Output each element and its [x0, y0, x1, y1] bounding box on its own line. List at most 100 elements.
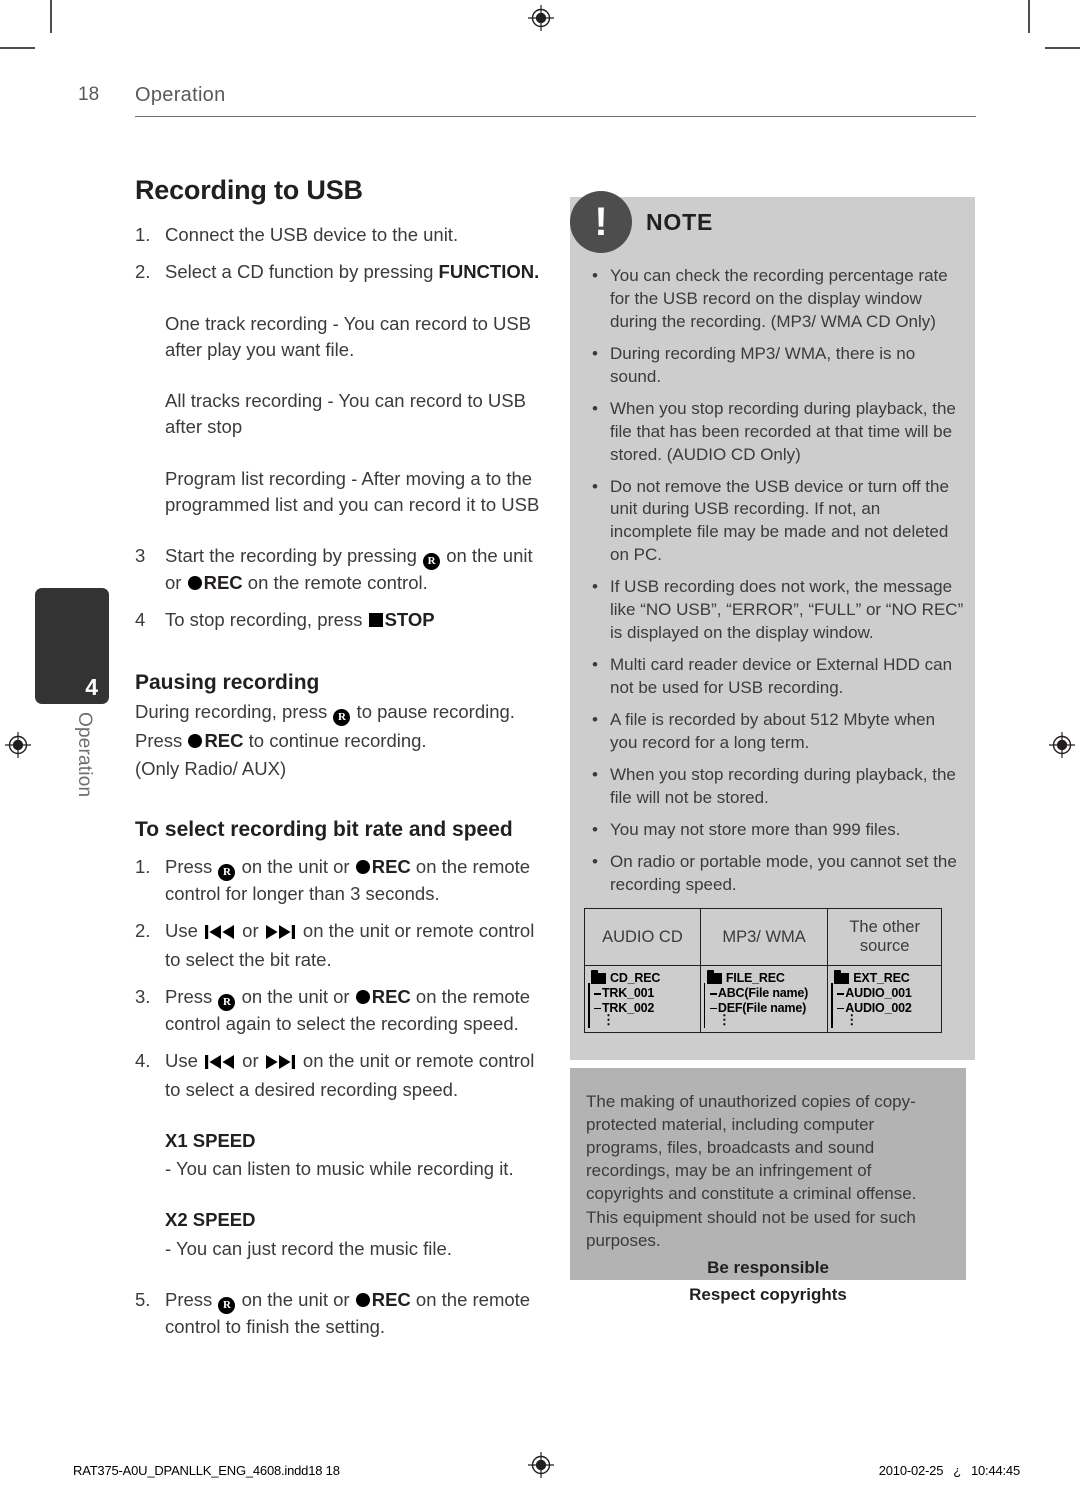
bullet-glyph: •	[592, 764, 598, 784]
rec-label: REC	[371, 856, 411, 878]
tree-stem	[588, 983, 590, 1028]
registration-mark-bottom-center	[528, 1452, 554, 1478]
step-text-lead: Use	[165, 1050, 204, 1072]
step-text-mid: on the unit or	[236, 856, 355, 878]
table-body-row: CD_REC TRK_001 TRK_002 ⋮ FILE_REC ABC(Fi…	[584, 965, 942, 1033]
chapter-tab-number: 4	[85, 674, 98, 700]
record-dot-icon	[187, 576, 202, 591]
bullet-glyph: •	[592, 577, 598, 597]
step-text: Start the recording by pressing R on the…	[165, 543, 545, 596]
table-cell-mp3-wma: FILE_REC ABC(File name) DEF(File name) ⋮	[699, 965, 829, 1033]
rec-button-icon: R	[333, 708, 351, 726]
note-bullet-text: You may not store more than 999 files.	[610, 819, 901, 839]
bullet-glyph: •	[592, 851, 598, 871]
step-item-4: 4 To stop recording, press STOP	[135, 607, 545, 633]
footer-file-name: RAT375-A0U_DPANLLK_ENG_4608.indd18 18	[73, 1463, 340, 1478]
step-text-mid: or	[237, 1050, 264, 1072]
folder-icon	[591, 969, 606, 984]
paragraph-program-list: Program list recording - After moving a …	[165, 467, 540, 515]
copyright-body-text: The making of unauthorized copies of cop…	[586, 1092, 917, 1250]
note-bullet-item: • On radio or portable mode, you cannot …	[592, 851, 964, 897]
note-title: NOTE	[646, 208, 714, 235]
folder-child: AUDIO_001	[834, 986, 937, 1001]
step-text: To stop recording, press STOP	[165, 607, 545, 633]
folder-icon	[706, 969, 722, 984]
bitrate-step-4: 4. Use or on the unit or remote control …	[135, 1048, 545, 1103]
bullet-glyph: •	[592, 398, 598, 418]
registration-mark-right-middle	[1049, 732, 1075, 758]
rec-label: REC	[371, 985, 411, 1007]
table-cell-other-source: EXT_REC AUDIO_001 AUDIO_002 ⋮	[827, 965, 942, 1033]
rec-label: REC	[204, 729, 244, 751]
folder-root-label: FILE_REC	[725, 971, 785, 985]
pausing-line-2: Press REC to continue recording.	[135, 728, 545, 754]
bitrate-step-5: 5. Press R on the unit or REC on the rem…	[135, 1287, 545, 1340]
x2-speed-title: X2 SPEED	[165, 1207, 545, 1233]
crop-mark-top-left-horizontal	[0, 47, 35, 49]
step-text-lead: Press	[165, 985, 218, 1007]
pausing-tail: to pause recording.	[351, 700, 515, 722]
folder-root: CD_REC	[591, 969, 696, 986]
note-bullet-text: Do not remove the USB device or turn off…	[610, 476, 949, 565]
paragraph-one-track: One track recording - You can record to …	[165, 312, 532, 360]
footer-timestamp: 2010-02-25 ¿ 10:44:45	[879, 1463, 1020, 1478]
table-cell-audio-cd: CD_REC TRK_001 TRK_002 ⋮	[584, 965, 701, 1033]
bitrate-step-2: 2. Use or on the unit or remote control …	[135, 918, 545, 973]
bullet-glyph: •	[592, 655, 598, 675]
step-item-1: 1. Connect the USB device to the unit.	[135, 222, 545, 248]
step-text-tail: on the remote control.	[242, 572, 428, 594]
step-marker: 3.	[135, 985, 151, 1007]
folder-root-label: EXT_REC	[853, 971, 910, 985]
step-text-mid: on the unit or	[236, 985, 355, 1007]
pausing-line-3: (Only Radio/ AUX)	[135, 757, 287, 779]
note-bullet-item: • During recording MP3/ WMA, there is no…	[592, 343, 964, 389]
x2-speed-label: X2 SPEED	[165, 1209, 256, 1231]
step-marker: 3	[135, 545, 146, 567]
exclamation-icon: !	[570, 191, 632, 253]
subsection-title-bitrate: To select recording bit rate and speed	[135, 818, 513, 842]
rec-button-icon: R	[218, 993, 236, 1011]
skip-backward-icon	[205, 920, 235, 946]
step-text-mid: or	[237, 920, 264, 942]
record-dot-icon	[188, 733, 203, 748]
pausing-press: Press	[135, 729, 188, 751]
note-bullet-item: • When you stop recording during playbac…	[592, 764, 964, 810]
stop-square-icon	[368, 613, 383, 628]
note-bullet-text: A file is recorded by about 512 Mbyte wh…	[610, 709, 936, 752]
folder-child: TRK_002	[591, 1001, 696, 1016]
step-text-mid: on the unit or	[236, 1288, 355, 1310]
paragraph-all-tracks: All tracks recording - You can record to…	[165, 390, 526, 438]
note-bullet-text: When you stop recording during playback,…	[610, 764, 956, 807]
step-text-lead: Use	[165, 920, 204, 942]
step-text-lead: Press	[165, 1288, 218, 1310]
folder-tree-audio-cd: CD_REC TRK_001 TRK_002 ⋮	[585, 966, 700, 1032]
footer-time: 10:44:45	[970, 1463, 1020, 1478]
chapter-tab-label-text: Operation	[74, 712, 95, 798]
x1-speed-title: X1 SPEED	[165, 1128, 545, 1154]
rec-label: REC	[371, 1288, 411, 1310]
registration-mark-left-middle	[5, 732, 31, 758]
step-marker: 2.	[135, 261, 151, 283]
folder-root: EXT_REC	[834, 969, 937, 986]
copyright-notice-box: The making of unauthorized copies of cop…	[570, 1068, 966, 1304]
note-bullet-list: • You can check the recording percentage…	[592, 265, 964, 937]
skip-forward-icon	[265, 1050, 296, 1076]
folder-root: FILE_REC	[706, 969, 823, 986]
rec-button-icon: R	[218, 1296, 236, 1314]
note-bullet-item: • Multi card reader device or External H…	[592, 654, 964, 700]
note-bullet-item: • You may not store more than 999 files.	[592, 819, 964, 842]
step-text: Use or on the unit or remote control to …	[165, 1048, 545, 1103]
step-text-lead: To stop recording, press	[165, 609, 368, 631]
note-bullet-item: • You can check the recording percentage…	[592, 265, 964, 334]
step-text-lead: Press	[165, 856, 218, 878]
tree-stem	[831, 983, 833, 1028]
function-button-label: FUNCTION.	[438, 261, 540, 283]
record-dot-icon	[355, 860, 370, 875]
rec-button-icon: R	[423, 553, 441, 571]
record-dot-icon	[355, 1292, 370, 1307]
x2-speed-text: - You can just record the music file.	[165, 1237, 452, 1259]
bullet-glyph: •	[592, 266, 598, 285]
folder-tree-other-source: EXT_REC AUDIO_001 AUDIO_002 ⋮	[828, 966, 941, 1032]
copyright-emphasis-line-1: Be responsible	[707, 1257, 829, 1277]
bullet-glyph: •	[592, 819, 598, 839]
